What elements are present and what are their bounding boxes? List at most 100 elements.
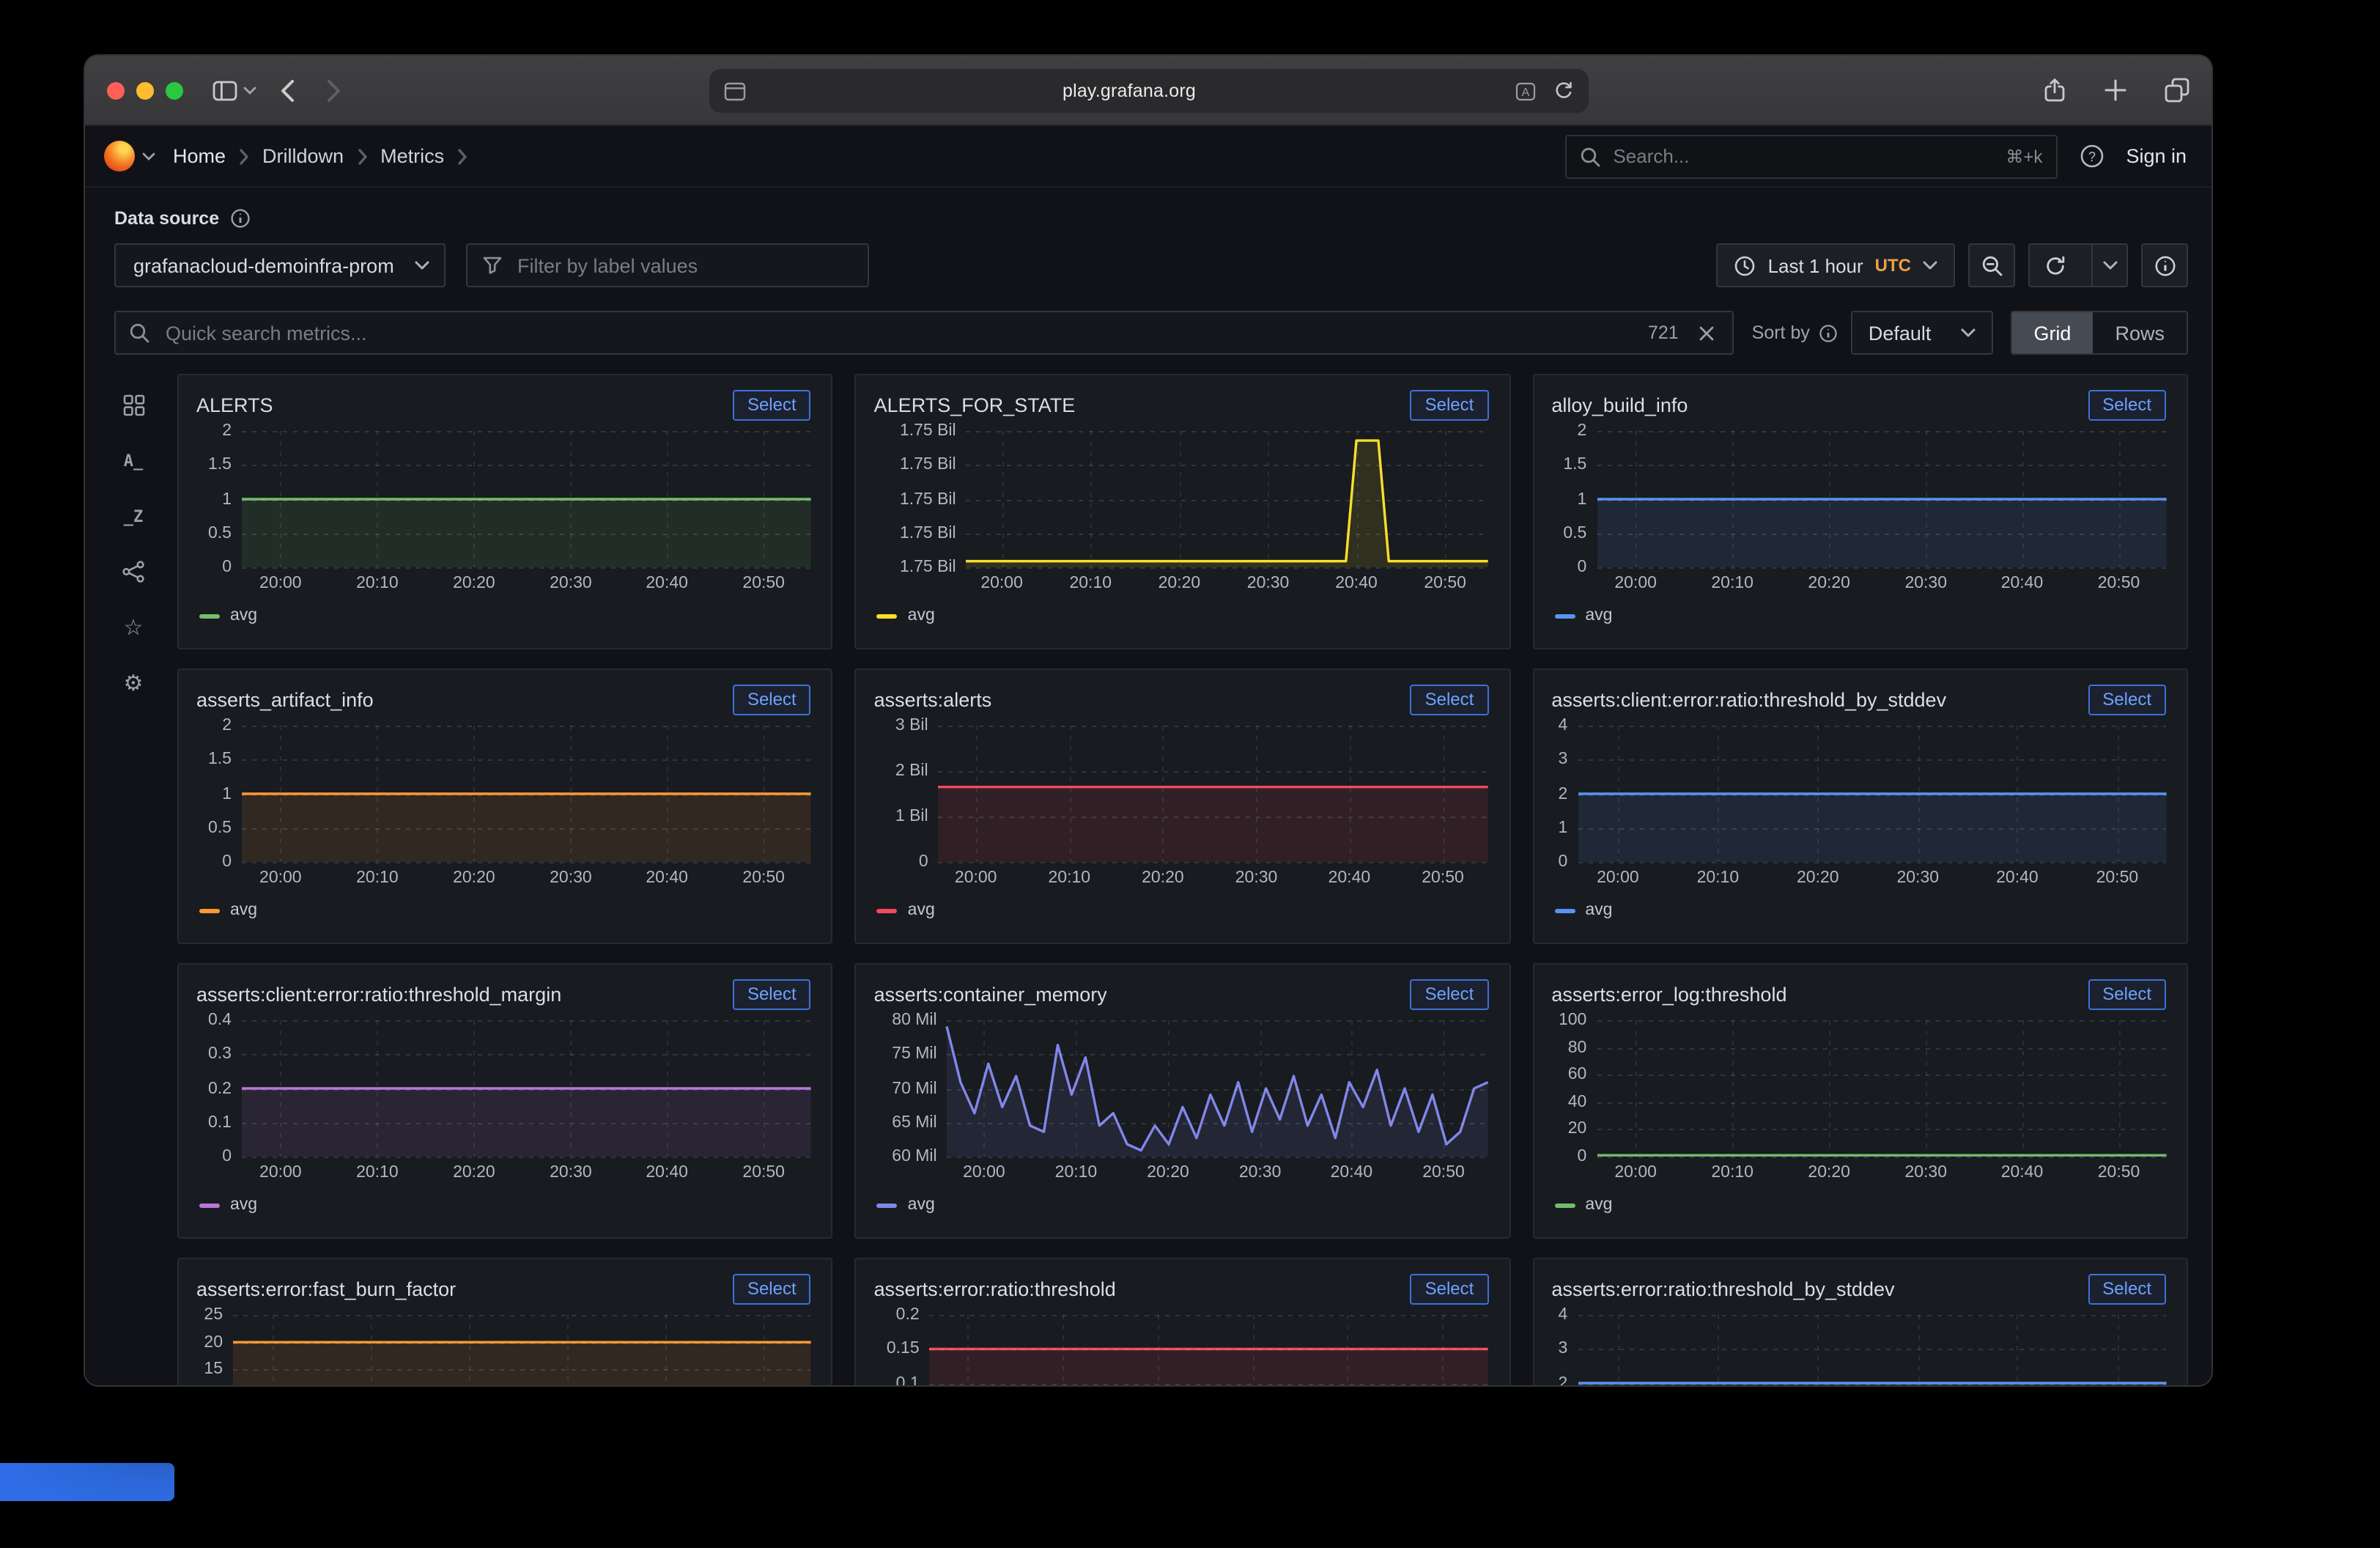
grid-layout-icon[interactable] <box>122 393 144 416</box>
select-button[interactable]: Select <box>2088 389 2166 420</box>
quick-search-input[interactable] <box>114 311 1734 355</box>
window-controls <box>107 81 183 99</box>
metric-chart[interactable]: 3 Bil2 Bil1 Bil0 <box>874 726 1489 862</box>
select-button[interactable]: Select <box>2088 978 2166 1009</box>
x-tick-label: 20:50 <box>742 1164 785 1182</box>
legend-label: avg <box>908 607 935 624</box>
metric-panel: asserts:error:fast_burn_factor Select 25… <box>177 1258 833 1387</box>
select-button[interactable]: Select <box>733 978 811 1009</box>
sidebar-toggle-icon[interactable] <box>212 78 237 102</box>
plot-area <box>233 1315 811 1387</box>
select-button[interactable]: Select <box>1411 1273 1489 1304</box>
legend[interactable]: avg <box>196 1192 811 1218</box>
metric-chart[interactable]: 100806040200 <box>1551 1020 2166 1157</box>
fullscreen-button[interactable] <box>166 81 183 99</box>
x-tick-label: 20:40 <box>646 869 688 887</box>
related-metrics-icon[interactable] <box>122 560 145 583</box>
label-filter-input[interactable] <box>466 243 869 287</box>
metric-chart[interactable]: 1.75 Bil1.75 Bil1.75 Bil1.75 Bil1.75 Bil <box>874 431 1489 567</box>
y-tick-label: 0.5 <box>208 819 232 837</box>
clear-search-icon[interactable] <box>1699 325 1715 342</box>
refresh-interval-dropdown[interactable] <box>2091 245 2126 286</box>
forward-button[interactable] <box>327 78 341 102</box>
page-settings-icon[interactable] <box>723 81 745 100</box>
legend[interactable]: avg <box>1551 897 2166 924</box>
translate-icon[interactable]: A <box>1515 81 1535 100</box>
y-tick-label: 80 <box>1568 1039 1587 1056</box>
plot-area <box>947 1020 1489 1157</box>
info-icon[interactable] <box>229 208 250 229</box>
metric-chart[interactable]: 2520151050 <box>196 1315 811 1387</box>
legend[interactable]: avg <box>874 1192 1489 1218</box>
y-axis: 0.20.150.10.050 <box>874 1315 930 1387</box>
select-button[interactable]: Select <box>733 389 811 420</box>
metric-chart[interactable]: 43210 <box>1551 1315 2166 1387</box>
time-range-picker[interactable]: Last 1 hour UTC <box>1717 243 1955 287</box>
close-button[interactable] <box>107 81 125 99</box>
new-tab-icon[interactable] <box>2104 79 2126 101</box>
grafana-logo[interactable] <box>104 141 155 172</box>
back-button[interactable] <box>280 78 295 102</box>
y-tick-label: 1.75 Bil <box>900 525 956 542</box>
x-tick-label: 20:10 <box>1055 1164 1098 1182</box>
help-icon[interactable]: ? <box>2079 144 2104 169</box>
select-button[interactable]: Select <box>1411 684 1489 715</box>
zoom-out-button[interactable] <box>1968 243 2015 287</box>
y-tick-label: 40 <box>1568 1094 1587 1111</box>
tabs-overview-icon[interactable] <box>2165 78 2189 103</box>
breadcrumb-item[interactable]: Home <box>173 145 226 167</box>
legend[interactable]: avg <box>874 897 1489 924</box>
nav-search[interactable]: ⌘+k <box>1564 134 2057 178</box>
metric-chart[interactable]: 0.40.30.20.10 <box>196 1020 811 1157</box>
select-button[interactable]: Select <box>2088 684 2166 715</box>
panel-title: asserts:client:error:ratio:threshold_by_… <box>1551 688 1946 710</box>
quick-search[interactable]: 721 <box>114 311 1734 355</box>
sort-az-icon[interactable]: A_ <box>124 449 144 472</box>
y-tick-label: 75 Mil <box>892 1046 936 1064</box>
x-axis: 20:0020:1020:2020:3020:4020:50 <box>1551 567 2166 600</box>
sort-za-icon[interactable]: _Z <box>124 504 144 528</box>
info-button[interactable] <box>2141 243 2188 287</box>
view-grid-option[interactable]: Grid <box>2011 312 2093 353</box>
legend[interactable]: avg <box>196 602 811 629</box>
metric-chart[interactable]: 0.20.150.10.050 <box>874 1315 1489 1387</box>
legend[interactable]: avg <box>1551 1192 2166 1218</box>
breadcrumb-item[interactable]: Drilldown <box>262 145 344 167</box>
star-icon[interactable]: ☆ <box>124 616 144 639</box>
select-button[interactable]: Select <box>2088 1273 2166 1304</box>
legend-swatch <box>877 613 898 618</box>
y-tick-label: 4 <box>1559 717 1568 734</box>
metric-chart[interactable]: 21.510.50 <box>1551 431 2166 567</box>
refresh-icon[interactable] <box>2030 245 2080 286</box>
minimize-button[interactable] <box>136 81 154 99</box>
breadcrumb: Home Drilldown Metrics <box>173 145 468 167</box>
metric-chart[interactable]: 80 Mil75 Mil70 Mil65 Mil60 Mil <box>874 1020 1489 1157</box>
info-icon[interactable] <box>1819 323 1838 342</box>
metric-chart[interactable]: 43210 <box>1551 726 2166 862</box>
data-source-select[interactable]: grafanacloud-demoinfra-prom <box>114 243 446 287</box>
select-button[interactable]: Select <box>1411 389 1489 420</box>
legend[interactable]: avg <box>196 897 811 924</box>
sign-in-link[interactable]: Sign in <box>2126 145 2187 167</box>
legend[interactable]: avg <box>1551 602 2166 629</box>
x-tick-label: 20:20 <box>453 1164 495 1182</box>
x-tick-label: 20:30 <box>550 575 592 592</box>
share-icon[interactable] <box>2043 78 2066 103</box>
chevron-down-icon[interactable] <box>243 86 256 95</box>
metric-chart[interactable]: 21.510.50 <box>196 726 811 862</box>
legend[interactable]: avg <box>874 602 1489 629</box>
label-filter[interactable] <box>466 243 869 287</box>
search-input[interactable] <box>1564 134 2057 178</box>
select-button[interactable]: Select <box>733 684 811 715</box>
y-axis: 43210 <box>1551 726 1578 862</box>
metric-chart[interactable]: 21.510.50 <box>196 431 811 567</box>
legend-label: avg <box>1585 607 1612 624</box>
address-bar[interactable]: play.grafana.org A <box>709 69 1588 113</box>
sort-select[interactable]: Default <box>1851 311 1993 355</box>
settings-gear-icon[interactable]: ⚙ <box>124 671 144 695</box>
select-button[interactable]: Select <box>1411 978 1489 1009</box>
reload-icon[interactable] <box>1553 81 1573 101</box>
breadcrumb-item[interactable]: Metrics <box>380 145 444 167</box>
select-button[interactable]: Select <box>733 1273 811 1304</box>
view-rows-option[interactable]: Rows <box>2093 312 2187 353</box>
